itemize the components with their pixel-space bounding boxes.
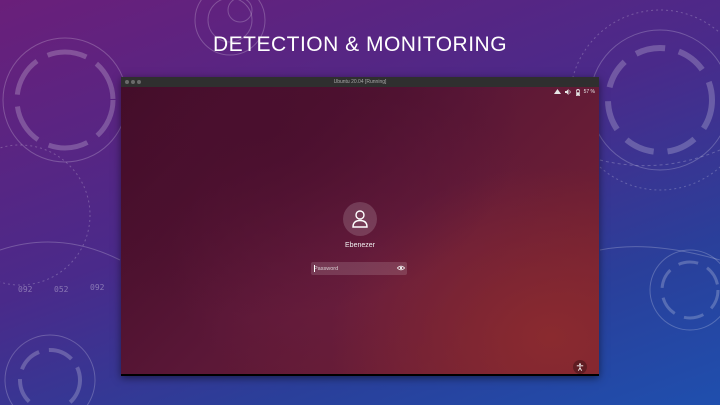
vm-window: Ubuntu 20.04 [Running] 57 % Ebenezer bbox=[121, 77, 599, 376]
accessibility-icon bbox=[576, 363, 584, 371]
username-label: Ebenezer bbox=[345, 242, 375, 249]
network-icon bbox=[553, 89, 561, 94]
slide-title: DETECTION & MONITORING bbox=[212, 33, 508, 56]
accessibility-button[interactable] bbox=[573, 360, 587, 374]
eye-icon[interactable] bbox=[397, 265, 405, 271]
battery-icon bbox=[575, 88, 580, 96]
user-avatar[interactable] bbox=[343, 202, 377, 236]
user-icon bbox=[352, 210, 368, 228]
decor-tick-label: 092 bbox=[90, 283, 105, 292]
system-status-menu[interactable]: 57 % bbox=[553, 88, 595, 96]
volume-icon bbox=[564, 89, 571, 95]
login-screen: 57 % Ebenezer bbox=[121, 87, 599, 374]
decor-tick-label: 092 bbox=[18, 285, 33, 294]
text-cursor bbox=[314, 265, 315, 272]
vm-window-title: Ubuntu 20.04 [Running] bbox=[333, 79, 387, 85]
battery-percentage: 57 % bbox=[583, 89, 595, 95]
password-input[interactable] bbox=[311, 262, 407, 275]
decor-tick-label: 052 bbox=[54, 285, 69, 294]
